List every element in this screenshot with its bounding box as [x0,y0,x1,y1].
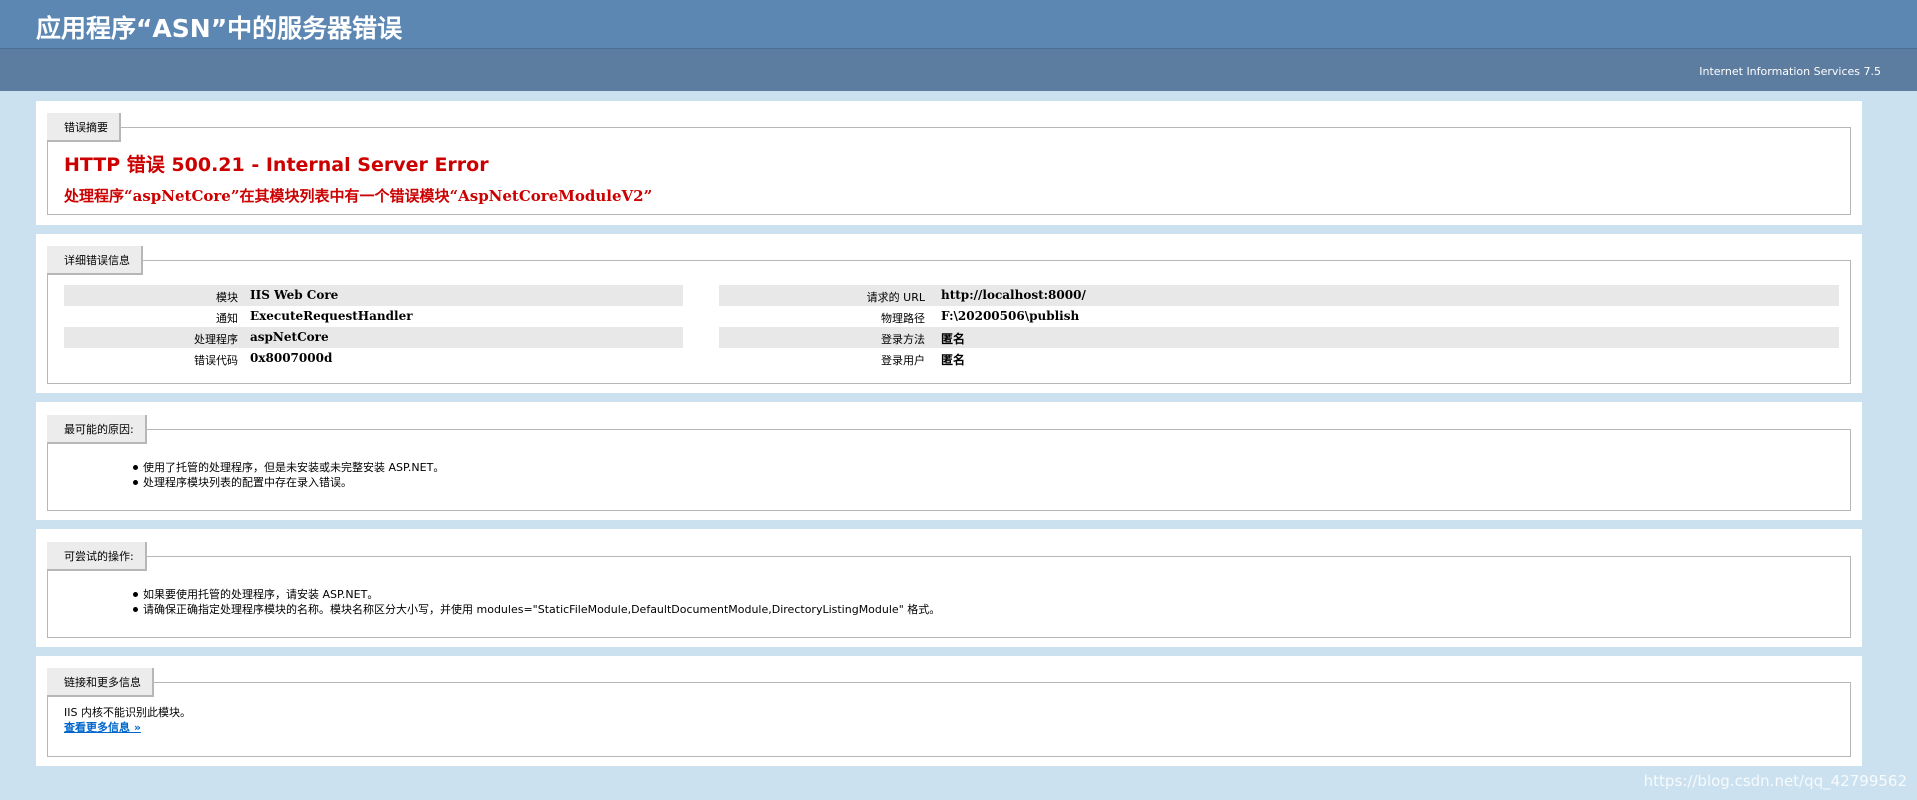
detail-key: 处理程序 [194,333,238,346]
detail-row: 登录方法 匿名 [719,327,1839,348]
detail-row: 处理程序 aspNetCore [64,327,683,348]
detail-key: 错误代码 [194,354,238,367]
detail-panel: 详细错误信息 模块 IIS Web Core 通知 ExecuteRequest… [36,234,1862,393]
page-title: 应用程序“ASN”中的服务器错误 [36,14,403,43]
actions-panel: 可尝试的操作: 如果要使用托管的处理程序，请安装 ASP.NET。 请确保正确指… [36,529,1862,647]
list-item: 使用了托管的处理程序，但是未安装或未完整安装 ASP.NET。 [133,460,444,475]
detail-key: 登录用户 [881,354,925,367]
causes-panel: 最可能的原因: 使用了托管的处理程序，但是未安装或未完整安装 ASP.NET。 … [36,402,1862,520]
detail-value: 匿名 [941,332,966,346]
error-summary-legend: 错误摘要 [47,113,121,142]
causes-legend: 最可能的原因: [47,415,147,444]
more-info-link[interactable]: 查看更多信息 » [64,719,141,735]
watermark: https://blog.csdn.net/qq_42799562 [1643,772,1907,790]
detail-value: F:\20200506\publish [941,309,1080,323]
detail-table-right: 请求的 URL http://localhost:8000/ 物理路径 F:\2… [719,285,1839,369]
links-panel: 链接和更多信息 IIS 内核不能识别此模块。 查看更多信息 » [36,656,1862,766]
detail-key: 模块 [216,291,238,304]
detail-value: 0x8007000d [250,351,333,365]
title-bar: 应用程序“ASN”中的服务器错误 [0,0,1917,49]
detail-key: 请求的 URL [866,291,925,304]
detail-row: 错误代码 0x8007000d [64,348,683,369]
list-item: 处理程序模块列表的配置中存在录入错误。 [133,475,444,490]
actions-list: 如果要使用托管的处理程序，请安装 ASP.NET。 请确保正确指定处理程序模块的… [133,587,940,617]
actions-box: 可尝试的操作: 如果要使用托管的处理程序，请安装 ASP.NET。 请确保正确指… [47,542,1851,638]
error-summary-box: 错误摘要 HTTP 错误 500.21 - Internal Server Er… [47,113,1851,215]
causes-box: 最可能的原因: 使用了托管的处理程序，但是未安装或未完整安装 ASP.NET。 … [47,415,1851,511]
links-text: IIS 内核不能识别此模块。 [64,706,191,719]
detail-key: 通知 [216,312,238,325]
error-subheading: 处理程序“aspNetCore”在其模块列表中有一个错误模块“AspNetCor… [64,187,653,205]
detail-row: 模块 IIS Web Core [64,285,683,306]
error-summary-panel: 错误摘要 HTTP 错误 500.21 - Internal Server Er… [36,101,1862,225]
detail-row: 物理路径 F:\20200506\publish [719,306,1839,327]
detail-value: 匿名 [941,353,966,367]
error-heading: HTTP 错误 500.21 - Internal Server Error [64,154,489,176]
detail-row: 通知 ExecuteRequestHandler [64,306,683,327]
detail-key: 物理路径 [881,312,925,325]
list-item: 请确保正确指定处理程序模块的名称。模块名称区分大小写，并使用 modules="… [133,602,940,617]
actions-legend: 可尝试的操作: [47,542,147,571]
list-item: 如果要使用托管的处理程序，请安装 ASP.NET。 [133,587,940,602]
detail-row: 登录用户 匿名 [719,348,1839,369]
detail-value: ExecuteRequestHandler [250,309,413,323]
server-info: Internet Information Services 7.5 [1699,65,1881,78]
links-box: 链接和更多信息 IIS 内核不能识别此模块。 查看更多信息 » [47,668,1851,757]
detail-legend: 详细错误信息 [47,246,143,275]
detail-table-left: 模块 IIS Web Core 通知 ExecuteRequestHandler… [64,285,683,369]
detail-box: 详细错误信息 模块 IIS Web Core 通知 ExecuteRequest… [47,246,1851,384]
detail-row: 请求的 URL http://localhost:8000/ [719,285,1839,306]
causes-list: 使用了托管的处理程序，但是未安装或未完整安装 ASP.NET。 处理程序模块列表… [133,460,444,490]
server-info-bar: Internet Information Services 7.5 [0,49,1917,91]
links-legend: 链接和更多信息 [47,668,154,697]
detail-value: IIS Web Core [250,288,339,302]
detail-value: http://localhost:8000/ [941,288,1086,302]
detail-key: 登录方法 [881,333,925,346]
detail-value: aspNetCore [250,330,329,344]
